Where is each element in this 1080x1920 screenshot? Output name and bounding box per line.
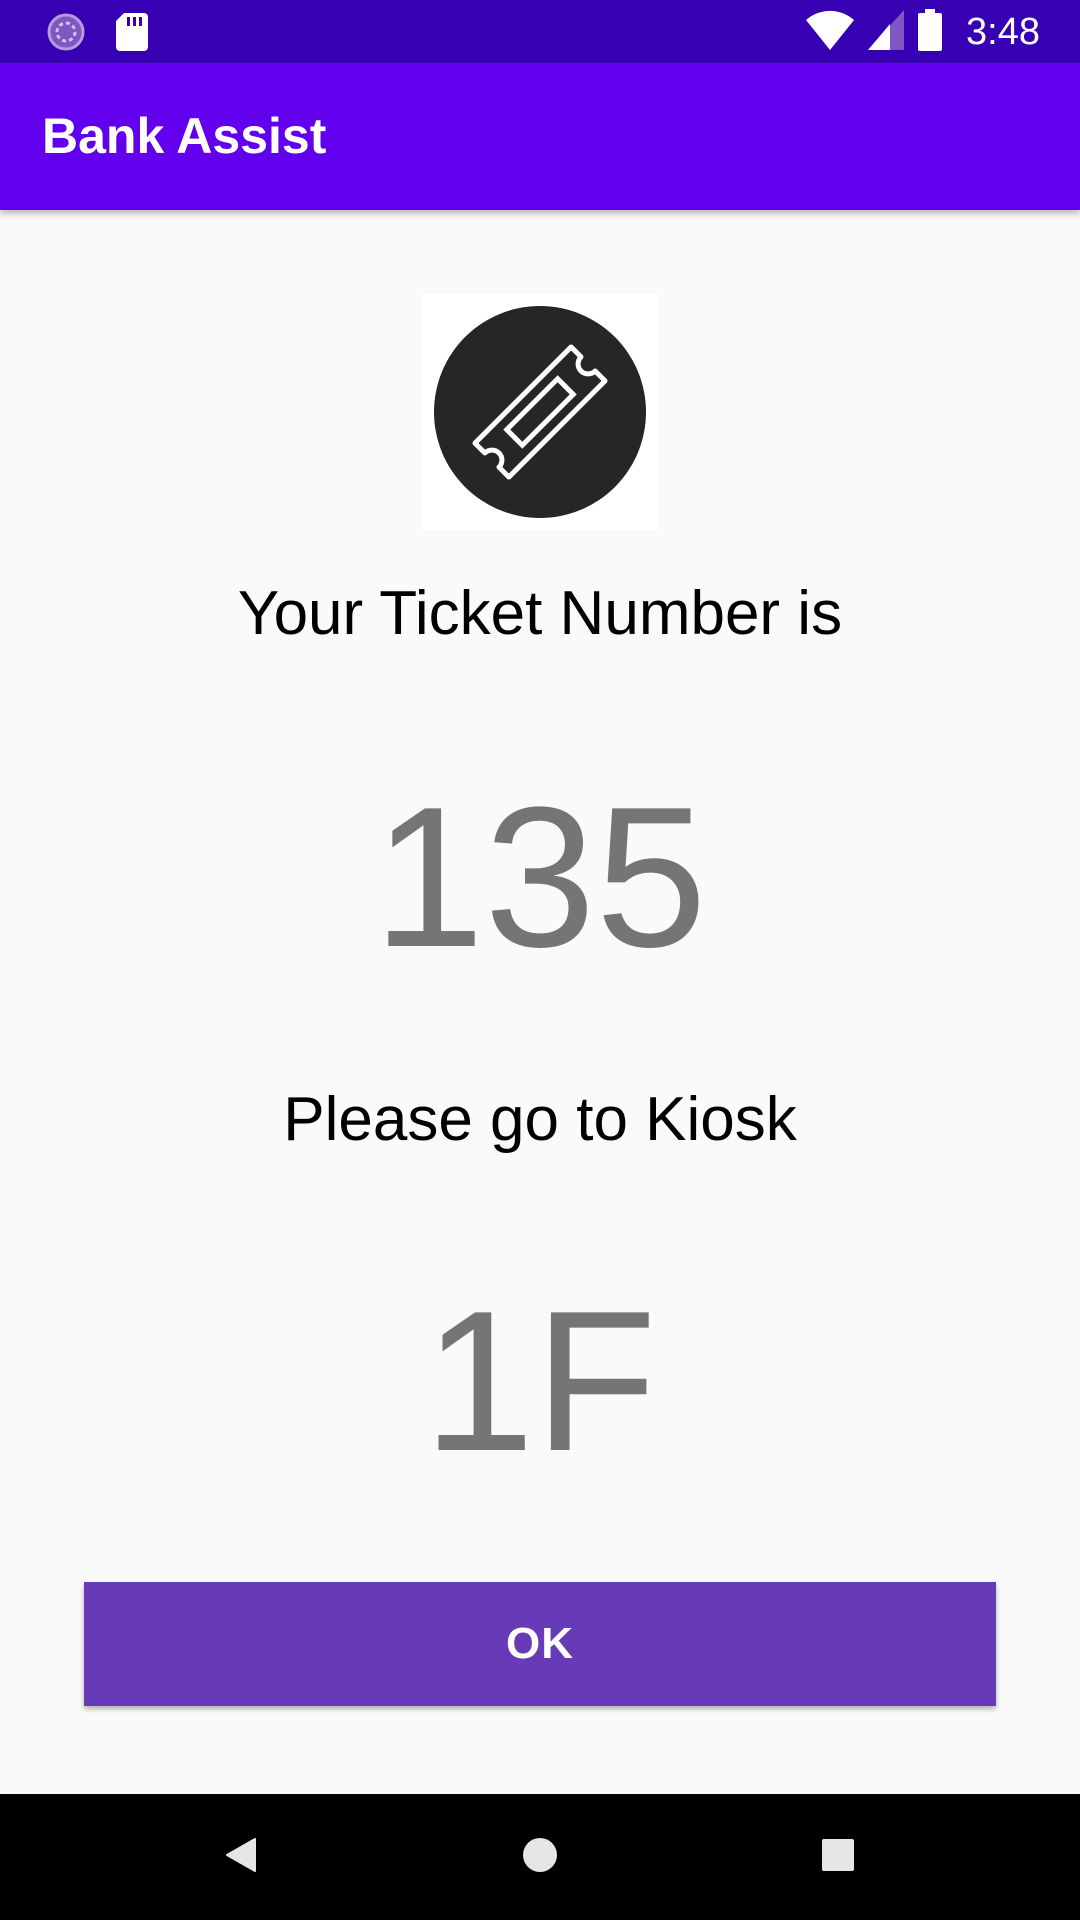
home-icon xyxy=(520,1835,560,1880)
screen: 3:48 Bank Assist Your Ticket Number is 1… xyxy=(0,0,1080,1920)
home-button[interactable] xyxy=(507,1824,573,1890)
battery-icon xyxy=(918,8,943,56)
ticket-number-value: 135 xyxy=(373,766,707,989)
navigation-bar xyxy=(0,1794,1080,1920)
kiosk-value: 1F xyxy=(423,1270,657,1493)
back-icon xyxy=(221,1835,261,1880)
app-title: Bank Assist xyxy=(42,108,327,164)
ok-button[interactable]: OK xyxy=(84,1582,996,1706)
recents-button[interactable] xyxy=(805,1824,871,1890)
recents-icon xyxy=(818,1835,858,1880)
sync-icon xyxy=(46,12,86,57)
kiosk-label: Please go to Kiosk xyxy=(283,1085,797,1154)
app-bar: Bank Assist xyxy=(0,63,1080,210)
cellular-signal-icon xyxy=(868,9,905,55)
ticket-image xyxy=(422,294,658,530)
status-time: 3:48 xyxy=(966,10,1040,53)
wifi-icon xyxy=(806,10,855,55)
status-bar: 3:48 xyxy=(0,0,1080,63)
ticket-icon xyxy=(434,306,646,518)
sd-card-icon xyxy=(116,13,148,56)
ticket-number-label: Your Ticket Number is xyxy=(237,579,843,648)
back-button[interactable] xyxy=(208,1824,274,1890)
